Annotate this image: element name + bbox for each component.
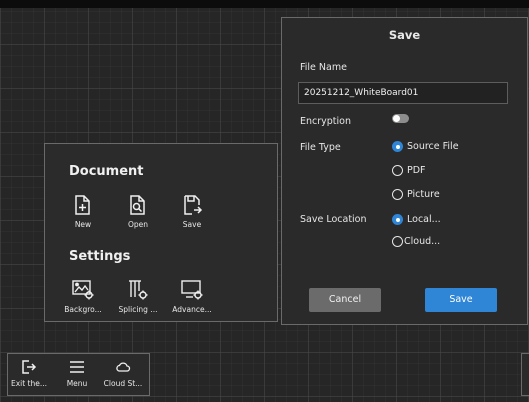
file-type-picture-label: Picture bbox=[407, 189, 440, 200]
advanced-settings-button[interactable]: Advance... bbox=[170, 279, 214, 314]
cloud-icon bbox=[116, 362, 131, 372]
save-location-cloud-radio[interactable]: Cloud... bbox=[392, 236, 440, 247]
save-location-cloud-label: Cloud... bbox=[404, 236, 441, 247]
background-settings-icon bbox=[72, 280, 94, 300]
menu-icon bbox=[70, 361, 84, 373]
file-name-input[interactable] bbox=[298, 82, 508, 104]
menu-button[interactable]: Menu bbox=[59, 354, 95, 397]
save-location-label: Save Location bbox=[300, 214, 367, 225]
save-location-local-label: Local... bbox=[407, 214, 441, 225]
radio-selected-icon bbox=[392, 141, 403, 152]
save-dialog: Save File Name Encryption File Type Sour… bbox=[281, 17, 528, 325]
open-document-button[interactable]: Open bbox=[116, 194, 160, 229]
advanced-settings-icon bbox=[181, 280, 203, 300]
splicing-label: Splicing ... bbox=[118, 305, 158, 314]
dialog-title: Save bbox=[388, 28, 421, 42]
document-section-title: Document bbox=[69, 164, 144, 179]
file-type-picture-radio[interactable]: Picture bbox=[392, 189, 440, 200]
exit-icon bbox=[22, 360, 37, 374]
file-type-source-label: Source File bbox=[407, 141, 459, 152]
splicing-settings-icon bbox=[129, 280, 148, 300]
radio-unselected-icon bbox=[392, 236, 403, 247]
background-settings-button[interactable]: Backgro... bbox=[61, 279, 105, 314]
background-label: Backgro... bbox=[64, 305, 102, 314]
new-label: New bbox=[74, 220, 92, 229]
exit-label: Exit the... bbox=[10, 379, 48, 388]
save-label: Save bbox=[182, 220, 202, 229]
save-file-icon bbox=[184, 195, 203, 215]
open-file-icon bbox=[130, 195, 145, 215]
save-location-local-radio[interactable]: Local... bbox=[392, 214, 441, 225]
cancel-button[interactable]: Cancel bbox=[309, 288, 381, 312]
save-document-button[interactable]: Save bbox=[170, 194, 214, 229]
main-menu-panel: Document New Open Save Settings Backgro.… bbox=[44, 143, 278, 322]
exit-button[interactable]: Exit the... bbox=[8, 354, 50, 397]
right-toolbar-edge bbox=[521, 353, 529, 396]
open-label: Open bbox=[127, 220, 149, 229]
encryption-toggle[interactable] bbox=[392, 114, 409, 123]
file-type-pdf-radio[interactable]: PDF bbox=[392, 165, 426, 176]
save-button[interactable]: Save bbox=[425, 288, 497, 312]
settings-section-title: Settings bbox=[69, 249, 131, 264]
file-type-pdf-label: PDF bbox=[407, 165, 426, 176]
menu-label: Menu bbox=[66, 379, 88, 388]
radio-unselected-icon bbox=[392, 165, 403, 176]
new-document-button[interactable]: New bbox=[61, 194, 105, 229]
radio-selected-icon bbox=[392, 214, 403, 225]
top-bar bbox=[0, 0, 529, 8]
cloud-storage-label: Cloud St... bbox=[103, 379, 143, 388]
advanced-label: Advance... bbox=[172, 305, 212, 314]
file-type-label: File Type bbox=[300, 142, 341, 153]
file-type-source-radio[interactable]: Source File bbox=[392, 141, 459, 152]
splicing-settings-button[interactable]: Splicing ... bbox=[116, 279, 160, 314]
bottom-toolbar: Exit the... Menu Cloud St... bbox=[7, 353, 150, 396]
new-file-icon bbox=[75, 195, 90, 215]
encryption-label: Encryption bbox=[300, 116, 352, 127]
toggle-knob bbox=[393, 115, 400, 122]
file-name-label: File Name bbox=[300, 62, 347, 73]
radio-unselected-icon bbox=[392, 189, 403, 200]
cloud-storage-button[interactable]: Cloud St... bbox=[99, 354, 147, 397]
